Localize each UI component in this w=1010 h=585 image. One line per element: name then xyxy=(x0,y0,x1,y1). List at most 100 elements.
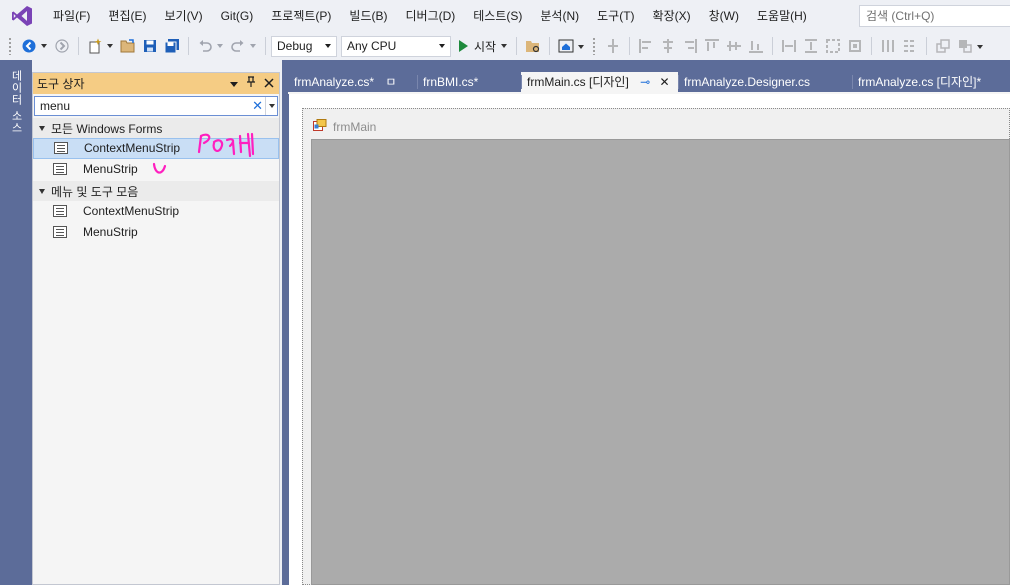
toolbox-item-menustrip[interactable]: MenuStrip xyxy=(33,222,279,243)
toolbar-separator xyxy=(549,37,551,55)
make-same-size-icon[interactable] xyxy=(848,39,862,53)
toolbox-title: 도구 상자 xyxy=(37,77,85,91)
left-dock-strip: 데이터 소스 xyxy=(0,60,32,585)
align-lefts-icon[interactable] xyxy=(639,39,653,53)
menu-analyze[interactable]: 분석(N) xyxy=(531,0,588,32)
toolbar-separator xyxy=(772,37,774,55)
configuration-select[interactable]: Debug xyxy=(271,35,337,57)
menu-tools[interactable]: 도구(T) xyxy=(588,0,643,32)
tab-close-icon[interactable]: ✕ xyxy=(660,75,670,89)
close-icon[interactable] xyxy=(264,77,274,91)
document-tab-bar: frmAnalyze.cs* ㅁ frnBMI.cs* frmMain.cs [… xyxy=(288,72,1010,92)
menustrip-icon xyxy=(53,225,67,238)
tab-frmanalyze-designer-cs[interactable]: frmAnalyze.Designer.cs xyxy=(678,72,852,92)
menu-file[interactable]: 파일(F) xyxy=(44,0,99,32)
toolbox-item-contextmenustrip[interactable]: ContextMenuStrip xyxy=(33,138,279,159)
make-same-width-icon[interactable] xyxy=(782,39,797,53)
menu-window[interactable]: 창(W) xyxy=(700,0,748,32)
toolbox-item-label: MenuStrip xyxy=(83,224,138,239)
toolbar-grip[interactable] xyxy=(592,37,597,55)
toolbar-separator xyxy=(265,37,266,55)
save-icon[interactable] xyxy=(140,36,160,56)
tab-label: frnBMI.cs* xyxy=(423,75,479,89)
align-bottoms-icon[interactable] xyxy=(749,39,764,53)
vertical-spacing-icon[interactable] xyxy=(903,39,917,53)
menu-git[interactable]: Git(G) xyxy=(212,0,263,32)
back-icon[interactable] xyxy=(19,36,39,56)
tab-frmanalyze-design[interactable]: frmAnalyze.cs [디자인]* xyxy=(852,72,1010,92)
align-centers-icon[interactable] xyxy=(661,39,675,53)
menustrip-icon xyxy=(53,162,67,175)
bring-to-front-icon[interactable] xyxy=(936,39,950,53)
toolbox-item-label: ContextMenuStrip xyxy=(83,204,180,219)
chevron-down-icon xyxy=(325,44,331,48)
new-project-icon[interactable] xyxy=(85,36,105,56)
redo-icon[interactable] xyxy=(228,36,248,56)
tab-label: frmAnalyze.Designer.cs xyxy=(684,75,811,89)
play-icon xyxy=(459,40,468,52)
new-dropdown-icon[interactable] xyxy=(106,36,114,56)
size-to-grid-icon[interactable] xyxy=(826,39,841,53)
menu-view[interactable]: 보기(V) xyxy=(155,0,211,32)
menu-help[interactable]: 도움말(H) xyxy=(748,0,816,32)
group-label: 모든 Windows Forms xyxy=(51,121,163,136)
undo-icon[interactable] xyxy=(195,36,215,56)
data-sources-tab-label: 데이터 소스 xyxy=(10,70,22,135)
toolbar-separator xyxy=(871,37,873,55)
menu-edit[interactable]: 편집(E) xyxy=(99,0,155,32)
platform-select[interactable]: Any CPU xyxy=(341,35,451,57)
send-to-back-icon[interactable] xyxy=(958,39,972,53)
menu-test[interactable]: 테스트(S) xyxy=(464,0,531,32)
align-rights-icon[interactable] xyxy=(683,39,698,53)
window-position-dropdown-icon[interactable] xyxy=(230,77,238,91)
toolbar-separator xyxy=(188,37,189,55)
align-tops-icon[interactable] xyxy=(705,39,720,53)
menu-build[interactable]: 빌드(B) xyxy=(340,0,396,32)
browse-folder-icon[interactable] xyxy=(523,36,543,56)
redo-dropdown-icon[interactable] xyxy=(249,36,257,56)
tab-pin-icon[interactable]: ⊸ xyxy=(640,75,650,89)
tab-pin-icon[interactable]: ㅁ xyxy=(385,75,396,89)
start-dropdown-icon[interactable] xyxy=(500,36,508,56)
home-dropdown-icon[interactable] xyxy=(577,36,585,56)
tab-label: frmMain.cs [디자인] xyxy=(527,75,629,89)
tab-frnbmi-cs[interactable]: frnBMI.cs* xyxy=(417,72,521,92)
open-folder-icon[interactable] xyxy=(118,36,138,56)
toolbox-item-contextmenustrip[interactable]: ContextMenuStrip xyxy=(33,201,279,222)
save-all-icon[interactable] xyxy=(162,36,182,56)
search-options-dropdown-icon[interactable] xyxy=(265,97,277,115)
toolbox-panel: 도구 상자 menu ✕ 모든 Windows Forms ContextMen… xyxy=(32,72,280,585)
clear-search-icon[interactable]: ✕ xyxy=(252,99,263,113)
back-dropdown-icon[interactable] xyxy=(40,36,48,56)
pin-icon[interactable] xyxy=(246,76,256,91)
make-same-height-icon[interactable] xyxy=(804,39,818,53)
toolbar-overflow-icon[interactable] xyxy=(976,36,984,56)
start-button[interactable]: 시작 xyxy=(455,35,500,57)
home-icon[interactable] xyxy=(556,36,576,56)
form-title-text: frmMain xyxy=(333,119,377,134)
tab-frmmain-design[interactable]: frmMain.cs [디자인] ⊸ ✕ xyxy=(521,72,678,92)
menu-debug[interactable]: 디버그(D) xyxy=(396,0,464,32)
toolbox-search-value: menu xyxy=(40,99,71,113)
toolbox-item-menustrip[interactable]: MenuStrip xyxy=(33,159,279,180)
align-middles-icon[interactable] xyxy=(727,39,742,53)
toolbox-search-input[interactable]: menu ✕ xyxy=(34,96,278,116)
forward-icon[interactable] xyxy=(52,36,72,56)
menu-project[interactable]: 프로젝트(P) xyxy=(262,0,340,32)
group-label: 메뉴 및 도구 모음 xyxy=(51,184,139,199)
form-titlebar[interactable]: frmMain xyxy=(313,119,376,134)
vs-logo-icon[interactable] xyxy=(0,0,44,32)
toolbar-grip[interactable] xyxy=(8,37,12,55)
toolbox-group-menus-toolbars[interactable]: 메뉴 및 도구 모음 xyxy=(33,181,279,201)
global-search-input[interactable]: 검색 (Ctrl+Q) xyxy=(859,5,1010,27)
align-to-grid-icon[interactable] xyxy=(606,39,620,53)
chevron-down-icon xyxy=(439,44,445,48)
form-client-area[interactable] xyxy=(311,139,1010,585)
menu-extensions[interactable]: 확장(X) xyxy=(644,0,700,32)
toolbar-separator xyxy=(926,37,928,55)
undo-dropdown-icon[interactable] xyxy=(216,36,224,56)
data-sources-tab[interactable]: 데이터 소스 xyxy=(8,70,26,138)
tab-frmanalyze-cs[interactable]: frmAnalyze.cs* ㅁ xyxy=(288,72,417,92)
horizontal-spacing-icon[interactable] xyxy=(881,39,895,53)
toolbox-group-all-windows-forms[interactable]: 모든 Windows Forms xyxy=(33,118,279,138)
